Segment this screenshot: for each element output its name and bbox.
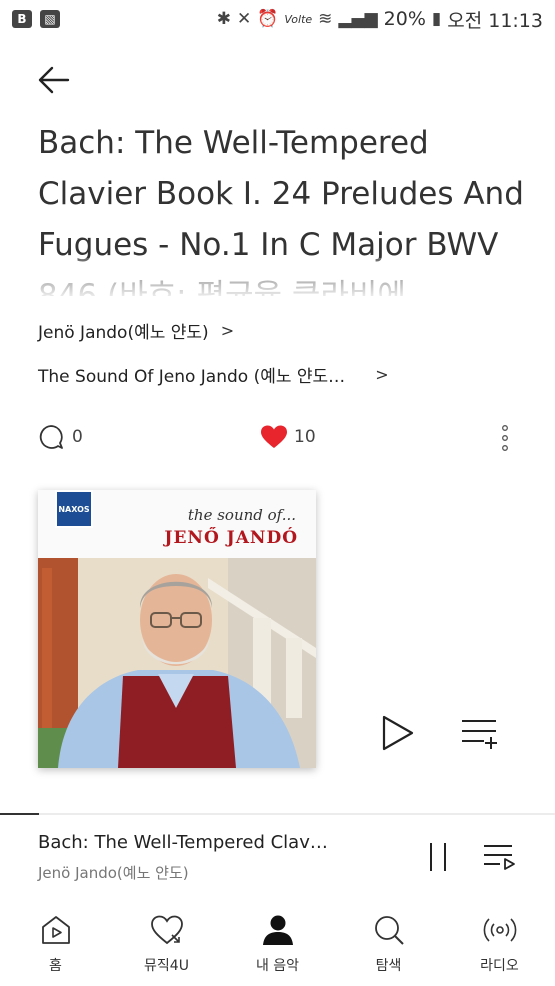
battery-icon: ▮ <box>431 9 442 29</box>
more-options-button[interactable] <box>500 424 510 452</box>
now-playing-list-button[interactable] <box>482 842 516 872</box>
album-name: The Sound Of Jeno Jando (예노 얀도… <box>38 367 346 387</box>
radio-icon <box>483 918 516 942</box>
pause-button[interactable] <box>424 840 452 874</box>
gallery-icon: ▧ <box>40 10 60 28</box>
album-photo <box>38 558 316 768</box>
naxos-logo: NAXOS <box>55 490 93 528</box>
nav-label-my-music: 내 음악 <box>255 958 300 974</box>
comment-count: 0 <box>72 427 83 447</box>
alarm-icon: ⏰ <box>257 9 279 29</box>
wifi-icon: ≋ <box>318 9 333 29</box>
playback-progress[interactable] <box>0 813 555 815</box>
chevron-right-icon: > <box>220 321 235 340</box>
album-cover-title: JENŐ JANDÓ <box>164 528 298 548</box>
nav-item-explore[interactable]: 탐색 <box>333 905 444 986</box>
mute-icon: ✕ <box>236 9 252 29</box>
add-to-playlist-button[interactable] <box>458 713 500 753</box>
comment-icon <box>39 425 63 449</box>
pause-icon <box>430 843 446 871</box>
search-icon <box>374 916 404 945</box>
back-button[interactable] <box>34 60 74 100</box>
mini-player-artist: Jenö Jando(예노 얀도) <box>38 864 189 882</box>
back-arrow-icon <box>38 66 70 94</box>
nav-item-home[interactable]: 홈 <box>0 905 111 986</box>
bottom-navigation: 홈 뮤직4U 내 음악 탐색 라디오 <box>0 905 555 986</box>
b-app-icon: B <box>12 10 32 28</box>
album-cover-header: NAXOS the sound of... JENŐ JANDÓ <box>38 490 316 558</box>
battery-percent: 20% <box>383 8 426 30</box>
nav-item-radio[interactable]: 라디오 <box>444 905 555 986</box>
album-cover[interactable]: NAXOS the sound of... JENŐ JANDÓ <box>38 490 316 768</box>
nav-item-my-music[interactable]: 내 음악 <box>222 905 333 986</box>
status-right: ✱ ✕ ⏰ Volte ≋ ▂▄▆ 20% ▮ 오전 11:13 <box>217 6 543 33</box>
nav-label-music4u: 뮤직4U <box>144 958 189 974</box>
signal-icon: ▂▄▆ <box>338 9 378 29</box>
playlist-play-icon <box>484 845 515 870</box>
album-link[interactable]: The Sound Of Jeno Jando (예노 얀도… > <box>38 362 389 387</box>
mini-player-title[interactable]: Bach: The Well-Tempered Clav… <box>38 832 368 853</box>
comment-button[interactable]: 0 <box>38 424 83 450</box>
play-icon <box>382 715 414 751</box>
like-button[interactable]: 10 <box>260 424 316 450</box>
status-left: B ▧ <box>12 10 60 28</box>
title-fade <box>0 258 555 302</box>
heart-filled-icon <box>261 425 287 448</box>
play-button[interactable] <box>378 713 418 753</box>
artist-name: Jenö Jando(예노 얀도) <box>38 323 209 343</box>
status-bar: B ▧ ✱ ✕ ⏰ Volte ≋ ▂▄▆ 20% ▮ 오전 11:13 <box>0 0 555 38</box>
album-cover-subtitle: the sound of... <box>187 506 296 524</box>
nav-item-music4u[interactable]: 뮤직4U <box>111 905 222 986</box>
volte-label: Volte <box>284 12 313 26</box>
artist-link[interactable]: Jenö Jando(예노 얀도) > <box>38 318 234 343</box>
heart-icon <box>150 915 183 945</box>
nav-label-home: 홈 <box>49 958 62 974</box>
bluetooth-icon: ✱ <box>216 9 231 29</box>
like-count: 10 <box>294 427 316 447</box>
playlist-add-icon <box>462 720 497 749</box>
home-icon <box>41 916 70 944</box>
clock: 오전 11:13 <box>447 9 543 32</box>
chevron-right-icon: > <box>375 365 389 384</box>
social-row: 0 10 <box>38 420 518 454</box>
nav-label-radio: 라디오 <box>480 958 519 974</box>
playback-progress-fill <box>0 813 39 815</box>
more-vertical-icon <box>502 425 508 451</box>
person-icon <box>262 915 293 945</box>
nav-label-explore: 탐색 <box>375 958 402 974</box>
